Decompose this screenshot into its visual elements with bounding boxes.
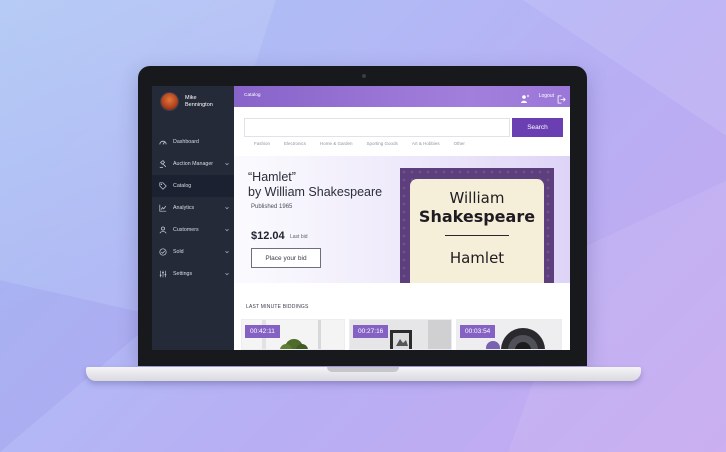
sidebar: Mike Bennington Dashboard Auction Manage… [152,86,234,350]
category-link-fashion[interactable]: Fashion [254,141,270,146]
cover-divider [445,235,509,236]
category-link-electronics[interactable]: Electronics [284,141,306,146]
logout-link[interactable]: Logout [539,93,554,99]
book-cover-image[interactable]: William Shakespeare Hamlet [400,168,554,283]
laptop-notch [327,367,399,372]
price-caption: Last bid [290,234,308,240]
chevron-down-icon [225,228,229,232]
avatar[interactable] [160,92,179,111]
chevron-down-icon [225,206,229,210]
chevron-down-icon [225,250,229,254]
user-profile[interactable]: Mike Bennington [160,92,213,111]
countdown-timer: 00:42:11 [245,325,280,338]
sidebar-item-label: Analytics [173,205,195,211]
auction-card[interactable]: 00:03:54 [456,319,562,350]
cover-title: Hamlet [449,249,505,267]
user-name: Mike Bennington [185,95,213,108]
sidebar-item-label: Settings [173,271,193,277]
category-links: Fashion Electronics Home & Garden Sporti… [254,141,479,146]
sidebar-item-sold[interactable]: Sold [152,241,234,263]
current-bid-price: $12.04 [251,230,285,242]
tag-icon [159,182,167,190]
chevron-down-icon [225,162,229,166]
category-link-other[interactable]: Other [454,141,465,146]
category-link-art-hobbies[interactable]: Art & Hobbies [412,141,440,146]
book-cover-label: William Shakespeare Hamlet [410,179,544,283]
cover-author-first: William [449,189,505,207]
sliders-icon [159,270,167,278]
user-icon [159,226,167,234]
sidebar-item-label: Auction Manager [173,161,214,167]
notifications-icon[interactable] [520,91,530,103]
breadcrumb[interactable]: Catalog [244,93,261,98]
category-link-home-garden[interactable]: Home & Garden [320,141,353,146]
featured-item-title: “Hamlet” by William Shakespeare [248,170,383,199]
sidebar-item-label: Dashboard [173,139,199,145]
sidebar-item-label: Customers [173,227,199,233]
place-bid-button[interactable]: Place your bid [251,248,321,268]
auction-card[interactable]: 00:42:11 [241,319,345,350]
gavel-icon [159,160,167,168]
section-title-last-minute: LAST MINUTE BIDDINGS [246,304,309,310]
sidebar-nav: Dashboard Auction Manager Catalog Analyt… [152,131,234,285]
dashboard-icon [159,138,167,146]
sidebar-item-label: Sold [173,249,184,255]
featured-item-banner: “Hamlet” by William Shakespeare Publishe… [234,156,570,283]
category-link-sporting-goods[interactable]: Sporting Goods [367,141,398,146]
webcam [362,74,366,78]
auction-card[interactable]: 00:27:16 [349,319,452,350]
check-circle-icon [159,248,167,256]
sidebar-item-customers[interactable]: Customers [152,219,234,241]
sidebar-item-analytics[interactable]: Analytics [152,197,234,219]
countdown-timer: 00:27:16 [353,325,389,338]
countdown-timer: 00:03:54 [460,325,496,338]
top-bar: Catalog Logout [234,86,570,107]
search-input[interactable] [244,118,510,137]
search-button[interactable]: Search [512,118,563,137]
sidebar-item-catalog[interactable]: Catalog [152,175,234,197]
sidebar-item-settings[interactable]: Settings [152,263,234,285]
sidebar-item-auction-manager[interactable]: Auction Manager [152,153,234,175]
sidebar-item-label: Catalog [173,183,192,189]
chart-icon [159,204,167,212]
logout-icon[interactable] [557,91,566,104]
cover-author-last: Shakespeare [418,207,536,226]
chevron-down-icon [225,272,229,276]
app-screen: Mike Bennington Dashboard Auction Manage… [152,86,570,350]
sidebar-item-dashboard[interactable]: Dashboard [152,131,234,153]
published-year: Published 1965 [251,204,293,210]
